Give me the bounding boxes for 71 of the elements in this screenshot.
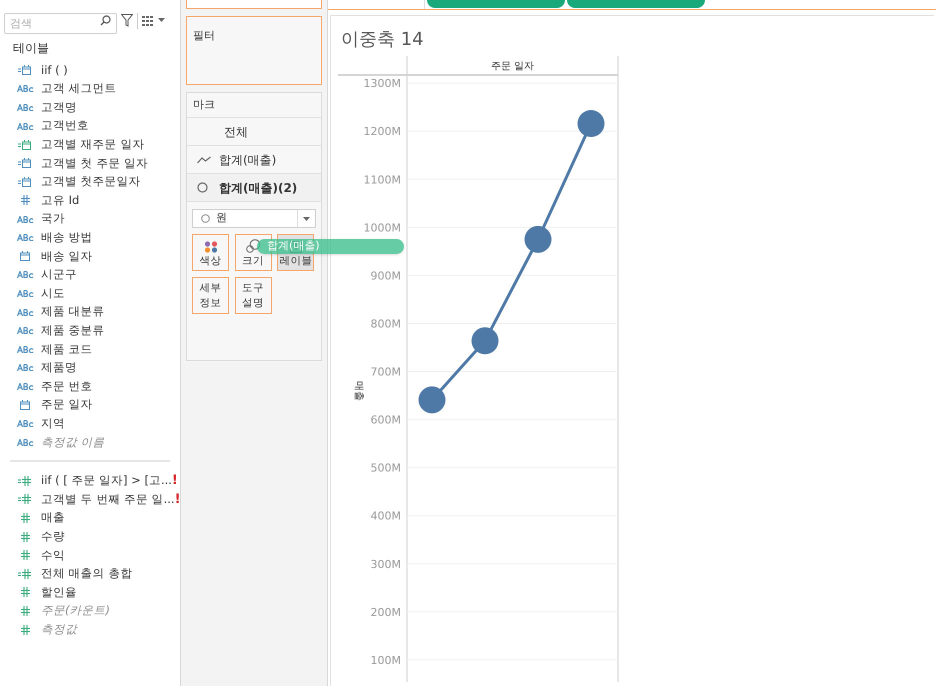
warning-mark: ! bbox=[172, 472, 178, 490]
caret-icon[interactable] bbox=[158, 18, 165, 23]
axis-title: 매출 bbox=[353, 381, 364, 401]
field-name[interactable]: 고객별 재주문 일자 bbox=[41, 136, 170, 154]
field-name[interactable]: iif ( [ 주문 일자] > [고... bbox=[41, 472, 172, 490]
data-point bbox=[418, 386, 446, 414]
warning-mark: ! bbox=[174, 490, 181, 509]
field-name[interactable]: 시도 bbox=[41, 284, 170, 302]
caret-icon bbox=[303, 216, 310, 220]
sheet-title: 이중축 14 bbox=[340, 28, 425, 52]
field-name[interactable]: 고객별 첫주문일자 bbox=[41, 173, 170, 190]
search-field[interactable]: 검색 bbox=[4, 13, 117, 34]
axis-tick-label: 100M bbox=[370, 654, 401, 667]
field-name[interactable]: 매출 bbox=[41, 509, 170, 527]
axis-tick-label: 600M bbox=[370, 414, 401, 427]
marks-tab[interactable]: 전체 bbox=[187, 118, 321, 146]
pill[interactable] bbox=[427, 0, 565, 8]
marks-property-button[interactable]: 세부 정보 bbox=[192, 277, 229, 314]
field-name[interactable]: 주문 일자 bbox=[41, 396, 170, 414]
field-name[interactable]: 전체 매출의 총합 bbox=[41, 565, 170, 582]
axis-tick-label: 200M bbox=[370, 606, 401, 619]
field-name[interactable]: 고객 세그먼트 bbox=[41, 80, 170, 98]
circle-mark-icon bbox=[201, 214, 210, 223]
field-name[interactable]: 주문 번호 bbox=[41, 378, 170, 396]
field-name[interactable]: 제품 대분류 bbox=[41, 303, 170, 321]
column-header: 주문 일자 bbox=[490, 61, 534, 72]
search-icon bbox=[100, 15, 111, 26]
field-name[interactable]: 지역 bbox=[41, 414, 170, 432]
pill[interactable] bbox=[567, 0, 705, 8]
field-name[interactable]: 할인율 bbox=[41, 584, 170, 601]
marks-property-button[interactable]: 색상 bbox=[192, 234, 229, 271]
field-name[interactable]: 고유 Id bbox=[41, 192, 170, 210]
card-title: 마크 bbox=[193, 96, 215, 113]
field-name[interactable]: 제품 코드 bbox=[41, 340, 170, 358]
axis-tick-label: 1100M bbox=[364, 173, 401, 186]
field-name[interactable]: iif ( ) bbox=[41, 62, 170, 79]
axis-tick-label: 800M bbox=[370, 317, 401, 330]
grid-view-icon[interactable] bbox=[142, 16, 154, 26]
axis-tick-label: 1200M bbox=[364, 125, 401, 138]
line-mark-icon bbox=[197, 156, 211, 164]
axis-tick-label: 1300M bbox=[364, 77, 401, 90]
field-name[interactable]: 배송 일자 bbox=[41, 248, 170, 265]
axis-tick-label: 1000M bbox=[364, 221, 401, 234]
data-point bbox=[578, 110, 604, 138]
field-name[interactable]: 배송 방법 bbox=[41, 229, 170, 246]
axis-tick-label: 500M bbox=[370, 462, 401, 475]
section-heading: 테이블 bbox=[12, 40, 50, 57]
field-name[interactable]: 고객번호 bbox=[41, 117, 170, 135]
field-name[interactable]: 고객명 bbox=[41, 98, 170, 116]
axis-tick-label: 900M bbox=[370, 269, 401, 282]
filter-icon[interactable] bbox=[121, 14, 133, 27]
field-name[interactable]: 고객별 두 번째 주문 일... bbox=[41, 490, 175, 508]
axis-tick-label: 700M bbox=[370, 366, 401, 379]
color-dots-icon bbox=[204, 241, 218, 253]
data-point bbox=[472, 327, 498, 354]
field-name[interactable]: 국가 bbox=[41, 210, 170, 228]
field-name[interactable]: 수량 bbox=[41, 528, 170, 546]
mark-type-dropdown[interactable]: 원 bbox=[192, 209, 316, 228]
field-name[interactable]: 제품 중분류 bbox=[41, 322, 170, 340]
field-name[interactable]: 제품명 bbox=[41, 359, 170, 376]
axis-tick-label: 300M bbox=[370, 558, 401, 571]
card-title: 필터 bbox=[193, 29, 215, 42]
data-point bbox=[524, 226, 552, 253]
axis-tick-label: 400M bbox=[370, 510, 401, 523]
size-circles-icon bbox=[246, 239, 261, 253]
field-name[interactable]: 고객별 첫 주문 일자 bbox=[41, 154, 170, 172]
field-name[interactable]: 시군구 bbox=[41, 266, 170, 284]
marks-tab[interactable]: 합계(매출)(2) bbox=[187, 174, 321, 202]
circle-mark-icon bbox=[197, 182, 208, 193]
field-name[interactable]: 수익 bbox=[41, 546, 170, 564]
marks-property-button[interactable]: 도구 설명 bbox=[234, 277, 272, 314]
